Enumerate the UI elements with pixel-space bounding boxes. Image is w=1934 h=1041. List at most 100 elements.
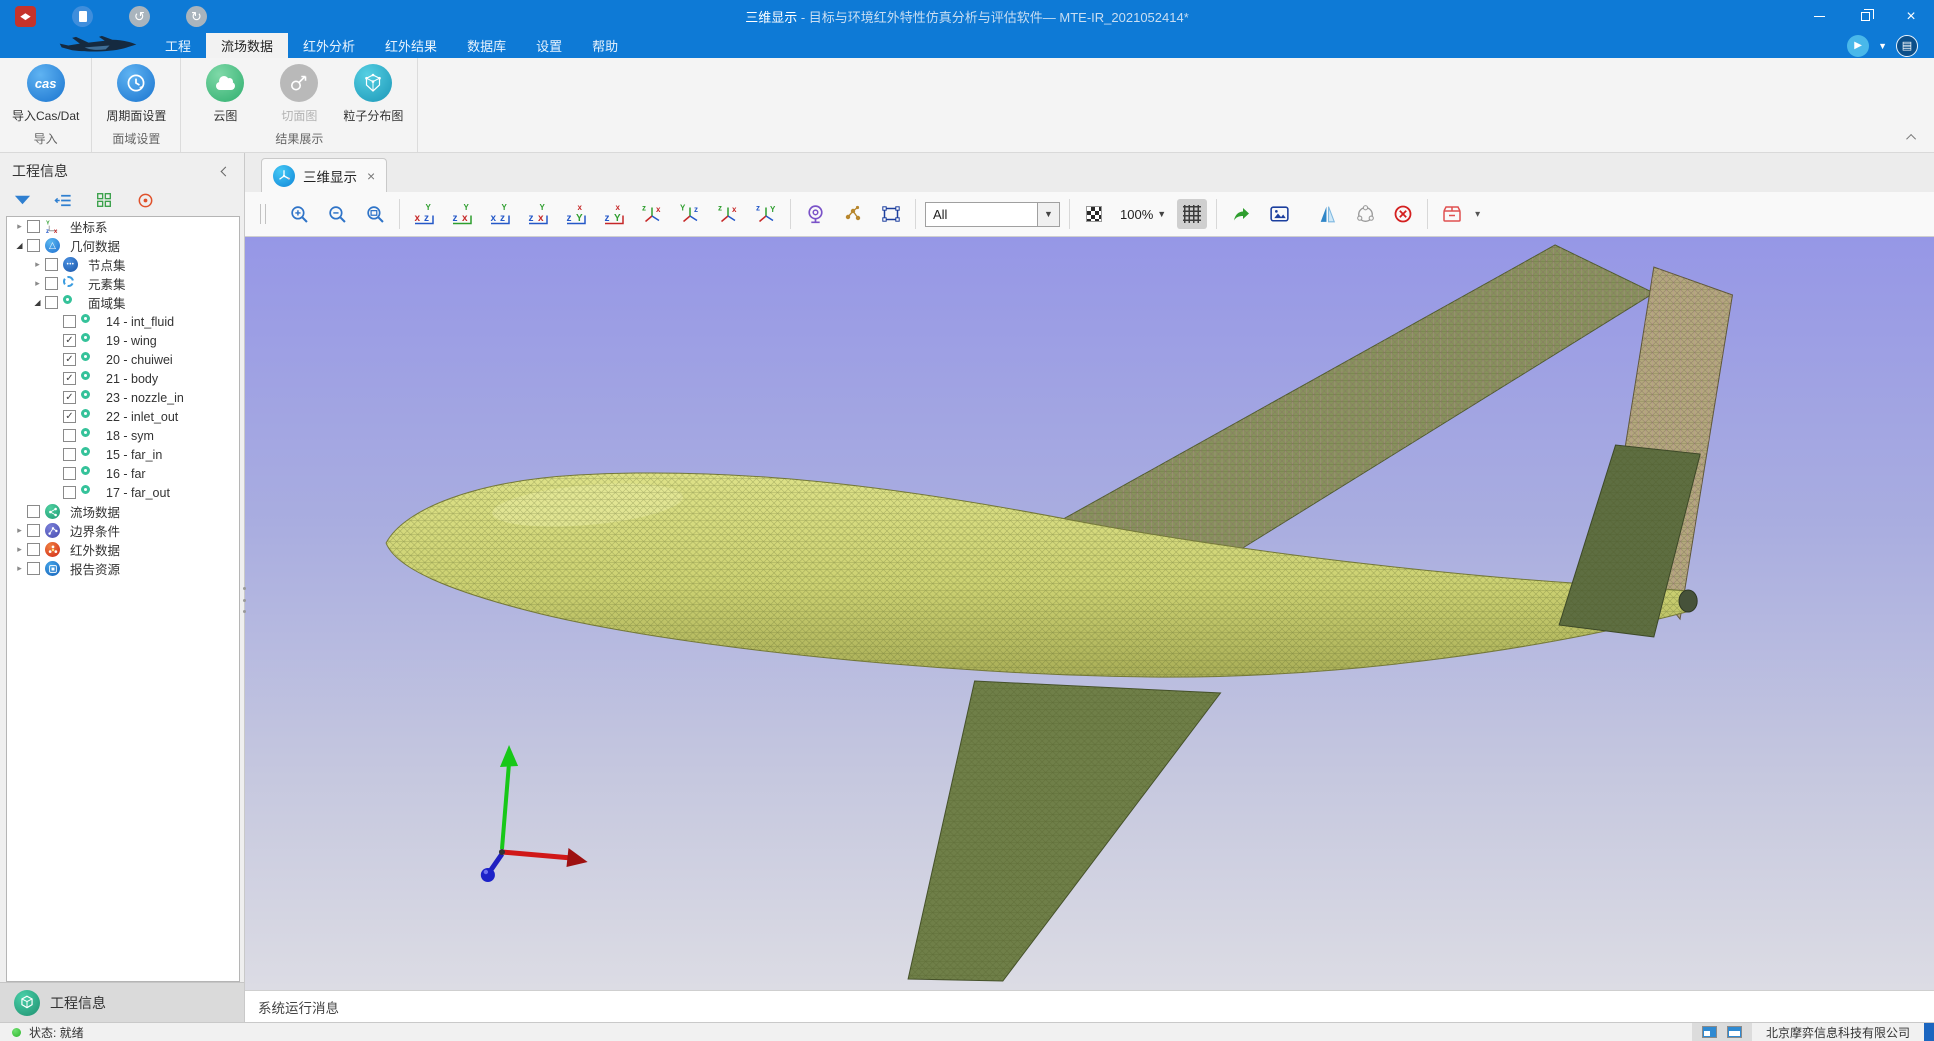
tree-item[interactable]: ▸ 元素集 (7, 274, 239, 293)
ribbon-collapse-button[interactable] (1904, 130, 1920, 144)
expander-icon[interactable]: ◢ (13, 241, 26, 250)
redo-icon[interactable]: ↻ (186, 6, 207, 27)
grid-toggle-icon[interactable] (1177, 199, 1207, 229)
transparency-icon[interactable] (1079, 199, 1109, 229)
tree-item[interactable]: ◢ 面域集 (7, 293, 239, 312)
checkbox[interactable] (27, 562, 40, 575)
sidebar-footer[interactable]: 工程信息 (0, 982, 244, 1022)
toolbar-drag-handle[interactable] (260, 204, 266, 224)
checkbox[interactable] (63, 315, 76, 328)
chevron-down-icon[interactable]: ▾ (1475, 209, 1480, 220)
view-bottom-icon[interactable]: x z Y (599, 199, 629, 229)
expander-icon[interactable]: ▸ (13, 563, 26, 574)
tree-item[interactable]: ▸ ••• 节点集 (7, 255, 239, 274)
checkbox[interactable] (45, 296, 58, 309)
view-iso-3-icon[interactable]: z x (713, 199, 743, 229)
ribbon-button[interactable]: cas 导入Cas/Dat (12, 64, 79, 127)
video-help-icon[interactable]: ▶ (1847, 35, 1869, 57)
locate-icon[interactable] (135, 190, 155, 210)
select-rect-icon[interactable] (876, 199, 906, 229)
view-right-icon[interactable]: Y z x (523, 199, 553, 229)
manual-icon[interactable]: ▤ (1896, 35, 1918, 57)
menu-item[interactable]: 红外结果 (370, 33, 452, 58)
tab-close-icon[interactable]: × (367, 168, 375, 184)
mirror-icon[interactable] (1312, 199, 1342, 229)
app-icon[interactable]: ◆ (15, 6, 36, 27)
checkbox[interactable]: ✓ (63, 372, 76, 385)
export-view-icon[interactable] (1226, 199, 1256, 229)
checkbox[interactable] (27, 524, 40, 537)
checkbox[interactable] (27, 239, 40, 252)
zoom-fit-icon[interactable] (360, 199, 390, 229)
view-top-icon[interactable]: x z Y (561, 199, 591, 229)
tree-item[interactable]: ◢ △ 几何数据 (7, 236, 239, 255)
tree-item[interactable]: ✓ 21 - body (7, 369, 239, 388)
menu-item[interactable]: 红外分析 (288, 33, 370, 58)
panel-layout-2-icon[interactable] (1727, 1026, 1742, 1038)
tree-item[interactable]: ▸ 报告资源 (7, 559, 239, 578)
tree-item[interactable]: ✓ 23 - nozzle_in (7, 388, 239, 407)
view-iso-4-icon[interactable]: z Y (751, 199, 781, 229)
menu-item[interactable]: 设置 (521, 33, 577, 58)
outline-icon[interactable] (53, 190, 73, 210)
checkbox[interactable]: ✓ (63, 334, 76, 347)
tree-item[interactable]: ▸ 红外数据 (7, 540, 239, 559)
cancel-icon[interactable] (1388, 199, 1418, 229)
checkbox[interactable] (27, 543, 40, 556)
checkbox[interactable]: ✓ (63, 410, 76, 423)
menu-item[interactable]: 工程 (150, 33, 206, 58)
checkbox[interactable] (27, 220, 40, 233)
checkbox[interactable] (63, 429, 76, 442)
ribbon-button[interactable]: 粒子分布图 (341, 64, 405, 127)
view-iso-2-icon[interactable]: Y z (675, 199, 705, 229)
checkbox[interactable] (27, 505, 40, 518)
tree-item[interactable]: 15 - far_in (7, 445, 239, 464)
minimize-button[interactable] (1796, 0, 1842, 33)
menu-item[interactable]: 流场数据 (206, 33, 288, 58)
checkbox[interactable] (45, 258, 58, 271)
tree-item[interactable]: 14 - int_fluid (7, 312, 239, 331)
tree-item[interactable]: ✓ 20 - chuiwei (7, 350, 239, 369)
panel-layout-1-icon[interactable] (1702, 1026, 1717, 1038)
expander-icon[interactable]: ▸ (31, 278, 44, 289)
close-button[interactable]: × (1888, 0, 1934, 33)
view-iso-1-icon[interactable]: z x (637, 199, 667, 229)
menu-item[interactable]: 帮助 (577, 33, 633, 58)
chevron-down-icon[interactable]: ▼ (1878, 41, 1887, 51)
chevron-down-icon[interactable]: ▼ (1037, 203, 1059, 226)
tree-item[interactable]: ✓ 22 - inlet_out (7, 407, 239, 426)
tree-item[interactable]: 16 - far (7, 464, 239, 483)
thumbnail-icon[interactable] (94, 190, 114, 210)
archive-icon[interactable] (1437, 199, 1467, 229)
expander-icon[interactable]: ▸ (31, 259, 44, 270)
zoom-in-icon[interactable] (284, 199, 314, 229)
display-filter-combo[interactable]: All ▼ (925, 202, 1060, 227)
tree-item[interactable]: 18 - sym (7, 426, 239, 445)
tab-3d-view[interactable]: 三维显示 × (261, 158, 387, 192)
zoom-out-icon[interactable] (322, 199, 352, 229)
checkbox[interactable] (45, 277, 58, 290)
ribbon-button[interactable]: 周期面设置 (104, 64, 168, 127)
snapshot-icon[interactable] (1264, 199, 1294, 229)
sidebar-collapse-button[interactable] (218, 164, 232, 178)
zoom-level-select[interactable]: 100% ▼ (1117, 207, 1169, 222)
checkbox[interactable] (63, 486, 76, 499)
splitter-handle[interactable] (241, 583, 248, 617)
tree-item[interactable]: ✓ 19 - wing (7, 331, 239, 350)
ribbon-button[interactable]: 云图 (193, 64, 257, 127)
expander-icon[interactable]: ▸ (13, 221, 26, 232)
menu-item[interactable]: 数据库 (452, 33, 521, 58)
expander-icon[interactable]: ▸ (13, 525, 26, 536)
checkbox[interactable] (63, 467, 76, 480)
expander-icon[interactable]: ◢ (31, 298, 44, 307)
checkbox[interactable] (63, 448, 76, 461)
view-back-icon[interactable]: Y z x (447, 199, 477, 229)
tree-item[interactable]: 流场数据 (7, 502, 239, 521)
viewport-3d[interactable] (245, 237, 1934, 990)
expander-icon[interactable]: ▸ (13, 544, 26, 555)
tree-item[interactable]: 17 - far_out (7, 483, 239, 502)
new-file-icon[interactable] (72, 6, 93, 27)
tree-item[interactable]: ▸ Yzx 坐标系 (7, 217, 239, 236)
nodes-gold-icon[interactable] (838, 199, 868, 229)
checkbox[interactable]: ✓ (63, 353, 76, 366)
